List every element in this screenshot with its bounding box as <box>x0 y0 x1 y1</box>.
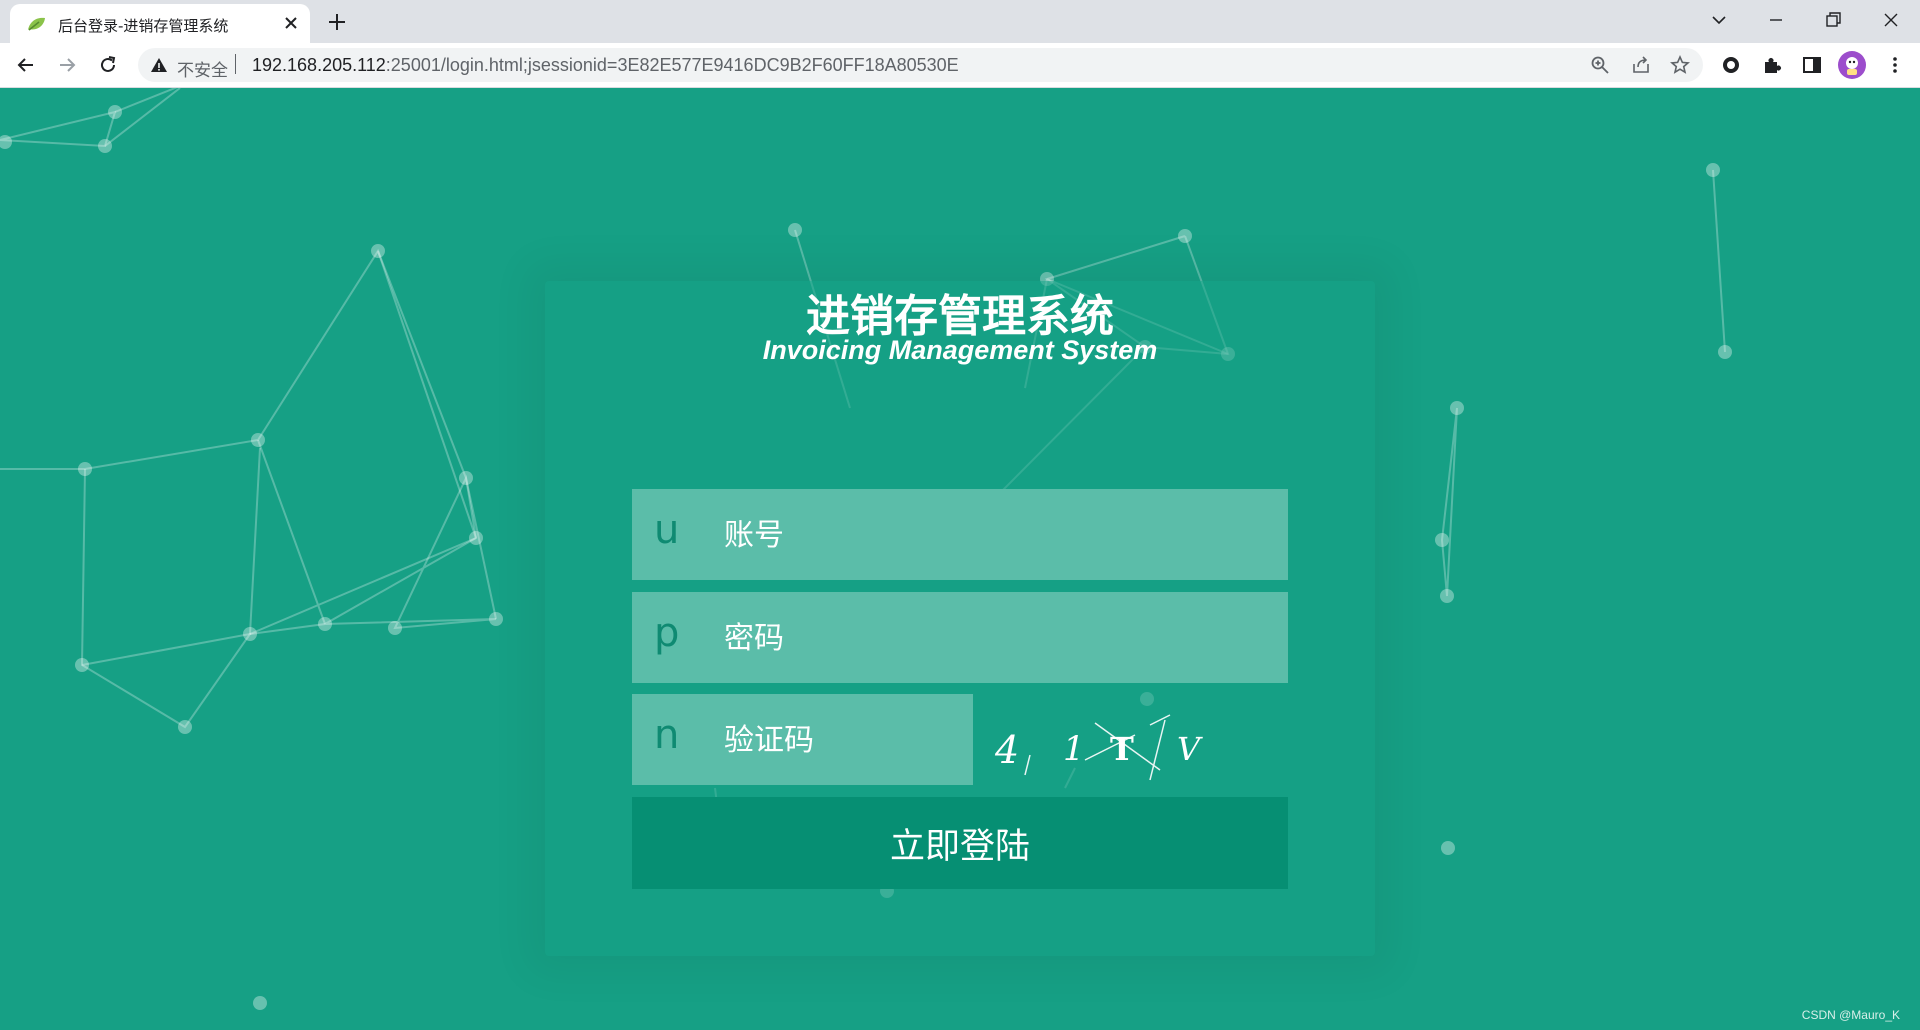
back-icon[interactable] <box>15 54 37 76</box>
profile-avatar[interactable] <box>1838 51 1866 79</box>
browser-tab[interactable]: 后台登录-进销存管理系统 <box>10 4 310 43</box>
avatar-icon <box>1846 57 1858 75</box>
extension-circle-icon[interactable] <box>1720 54 1742 76</box>
reload-icon[interactable] <box>97 54 119 76</box>
user-icon: u <box>654 507 680 553</box>
close-icon[interactable] <box>282 14 300 32</box>
password-field[interactable]: p <box>632 592 1288 685</box>
security-label[interactable]: 不安全 <box>177 56 228 81</box>
url-path: :25001/login.html;jsessionid=3E82E577E94… <box>385 55 959 75</box>
login-button[interactable]: 立即登陆 <box>632 797 1288 889</box>
password-input[interactable] <box>722 592 1266 685</box>
tab-title: 后台登录-进销存管理系统 <box>58 17 229 35</box>
forward-icon[interactable] <box>56 54 78 76</box>
minimize-icon[interactable] <box>1765 9 1787 31</box>
url-host: 192.168.205.112 <box>252 55 386 75</box>
captcha-char: T <box>1110 730 1134 768</box>
side-panel-icon[interactable] <box>1801 54 1823 76</box>
system-subtitle: Invoicing Management System <box>762 335 1158 365</box>
captcha-char: 4 <box>994 728 1019 772</box>
restore-icon[interactable] <box>1822 9 1844 31</box>
captcha-input[interactable] <box>722 694 966 787</box>
new-tab-icon[interactable] <box>326 11 348 33</box>
password-icon: p <box>654 610 680 656</box>
captcha-icon: n <box>654 712 680 758</box>
address-bar[interactable]: 不安全 192.168.205.112:25001/login.html;jse… <box>138 48 1703 82</box>
captcha-image[interactable]: 4 1 T V <box>985 705 1225 785</box>
warning-icon[interactable] <box>150 56 168 74</box>
url-text[interactable]: 192.168.205.112:25001/login.html;jsessio… <box>252 55 959 76</box>
bookmark-star-icon[interactable] <box>1670 55 1690 75</box>
zoom-icon[interactable] <box>1590 55 1610 75</box>
watermark: CSDN @Mauro_K <box>1801 1008 1900 1022</box>
extensions-puzzle-icon[interactable] <box>1761 54 1783 76</box>
tab-search-chevron-icon[interactable] <box>1708 9 1730 31</box>
username-input[interactable] <box>722 489 1266 582</box>
leaf-icon <box>28 17 45 31</box>
window-close-icon[interactable] <box>1880 9 1902 31</box>
share-icon[interactable] <box>1631 55 1651 75</box>
menu-kebab-icon[interactable] <box>1884 54 1906 76</box>
username-field[interactable]: u <box>632 489 1288 582</box>
browser-toolbar: 不安全 192.168.205.112:25001/login.html;jse… <box>0 43 1920 88</box>
separator <box>235 54 236 74</box>
captcha-field[interactable]: n <box>632 694 973 787</box>
tab-strip: 后台登录-进销存管理系统 <box>0 0 1920 43</box>
captcha-char: 1 <box>1063 729 1085 769</box>
captcha-char: V <box>1177 730 1203 768</box>
